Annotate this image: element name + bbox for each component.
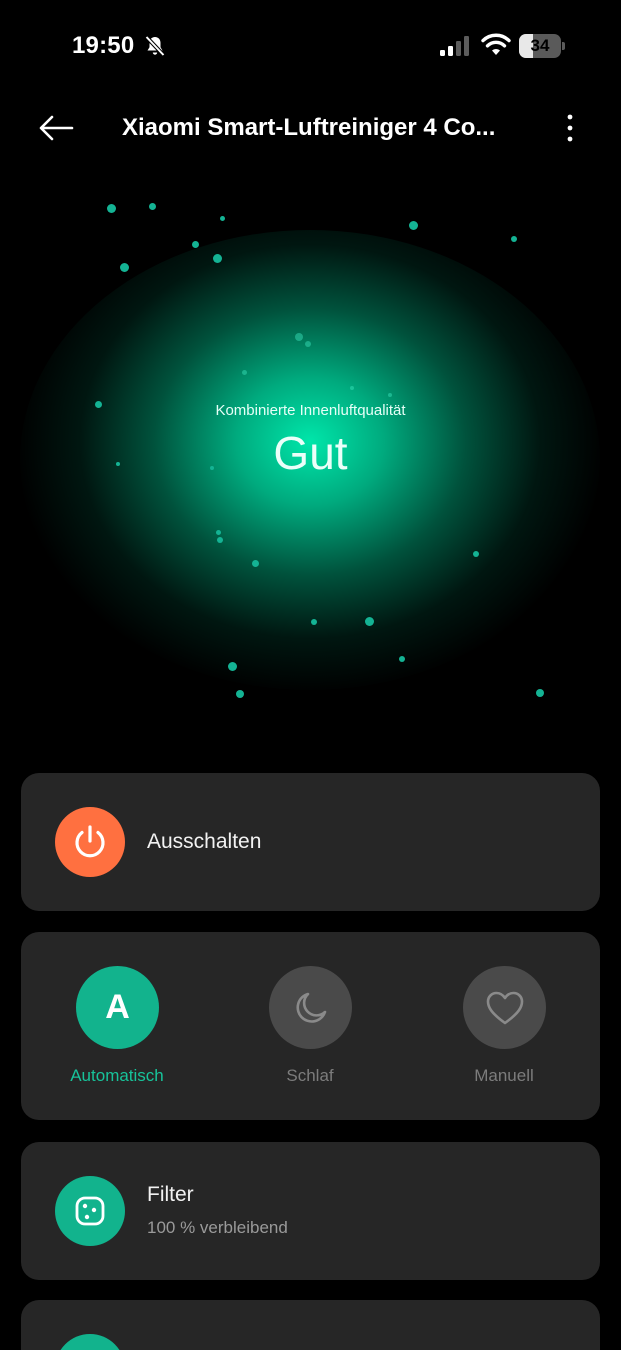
air-particle (236, 690, 244, 698)
air-quality-label: Kombinierte Innenluftqualität (215, 402, 406, 419)
air-particle (119, 262, 129, 272)
battery-level: 34 (530, 36, 550, 55)
app-header: Xiaomi Smart-Luftreiniger 4 Co... (0, 100, 621, 156)
letter-a-icon: A (105, 988, 130, 1026)
filter-icon-button (55, 1176, 125, 1246)
moon-icon (295, 992, 326, 1023)
air-particle (295, 333, 303, 341)
back-button[interactable] (36, 110, 76, 146)
air-particle (399, 656, 405, 662)
air-particle (241, 369, 247, 375)
filter-status: 100 % verbleibend (147, 1218, 288, 1237)
mode-manual-label: Manuell (474, 1066, 534, 1085)
signal-icon (440, 36, 469, 56)
bell-off-icon (145, 35, 165, 57)
air-particle (217, 537, 223, 543)
battery-icon: 34 (519, 34, 565, 58)
mode-manual[interactable]: Manuell (434, 966, 574, 1096)
heart-icon (486, 991, 523, 1024)
air-particle (148, 202, 156, 210)
power-icon (75, 825, 105, 858)
status-time: 19:50 (72, 32, 135, 59)
filter-title: Filter (147, 1183, 194, 1206)
filter-card[interactable]: Filter 100 % verbleibend (21, 1142, 600, 1280)
air-particle (311, 619, 317, 625)
power-button[interactable] (55, 807, 125, 877)
air-particle (215, 529, 221, 535)
air-particle (473, 551, 479, 557)
status-bar: 19:50 34 (0, 0, 621, 92)
next-card[interactable] (21, 1300, 600, 1350)
mode-automatic[interactable]: A Automatisch (47, 966, 187, 1096)
air-particle (364, 616, 374, 626)
air-particle (251, 559, 259, 567)
more-options-button[interactable] (556, 110, 584, 146)
filter-icon (75, 1196, 105, 1226)
air-quality-visual: Kombinierte Innenluftqualität Gut (0, 170, 621, 730)
mode-sleep-button[interactable] (269, 966, 352, 1049)
air-particle (212, 253, 222, 263)
mode-automatic-button[interactable]: A (76, 966, 159, 1049)
power-card[interactable]: Ausschalten (21, 773, 600, 911)
air-particle (219, 215, 225, 221)
air-particle (227, 661, 237, 671)
mode-sleep[interactable]: Schlaf (240, 966, 380, 1096)
air-particle (536, 689, 544, 697)
battery-body: 34 (519, 34, 561, 58)
device-title: Xiaomi Smart-Luftreiniger 4 Co... (122, 114, 496, 141)
mode-automatic-label: Automatisch (70, 1066, 164, 1085)
air-particle (511, 236, 517, 242)
wifi-icon (481, 33, 511, 55)
mode-sleep-label: Schlaf (286, 1066, 334, 1085)
next-card-icon (55, 1334, 125, 1350)
air-particle (305, 341, 311, 347)
battery-tip (562, 42, 565, 50)
air-particle (408, 220, 418, 230)
air-particle (106, 203, 116, 213)
air-particle (388, 393, 392, 397)
mode-manual-button[interactable] (463, 966, 546, 1049)
mode-card: A Automatisch Schlaf Manuell (21, 932, 600, 1120)
air-quality-value: Gut (273, 427, 348, 479)
more-vertical-icon (567, 114, 573, 142)
power-label: Ausschalten (147, 830, 262, 853)
arrow-left-icon (39, 115, 74, 141)
air-particle (191, 240, 199, 248)
air-particle (350, 386, 354, 390)
